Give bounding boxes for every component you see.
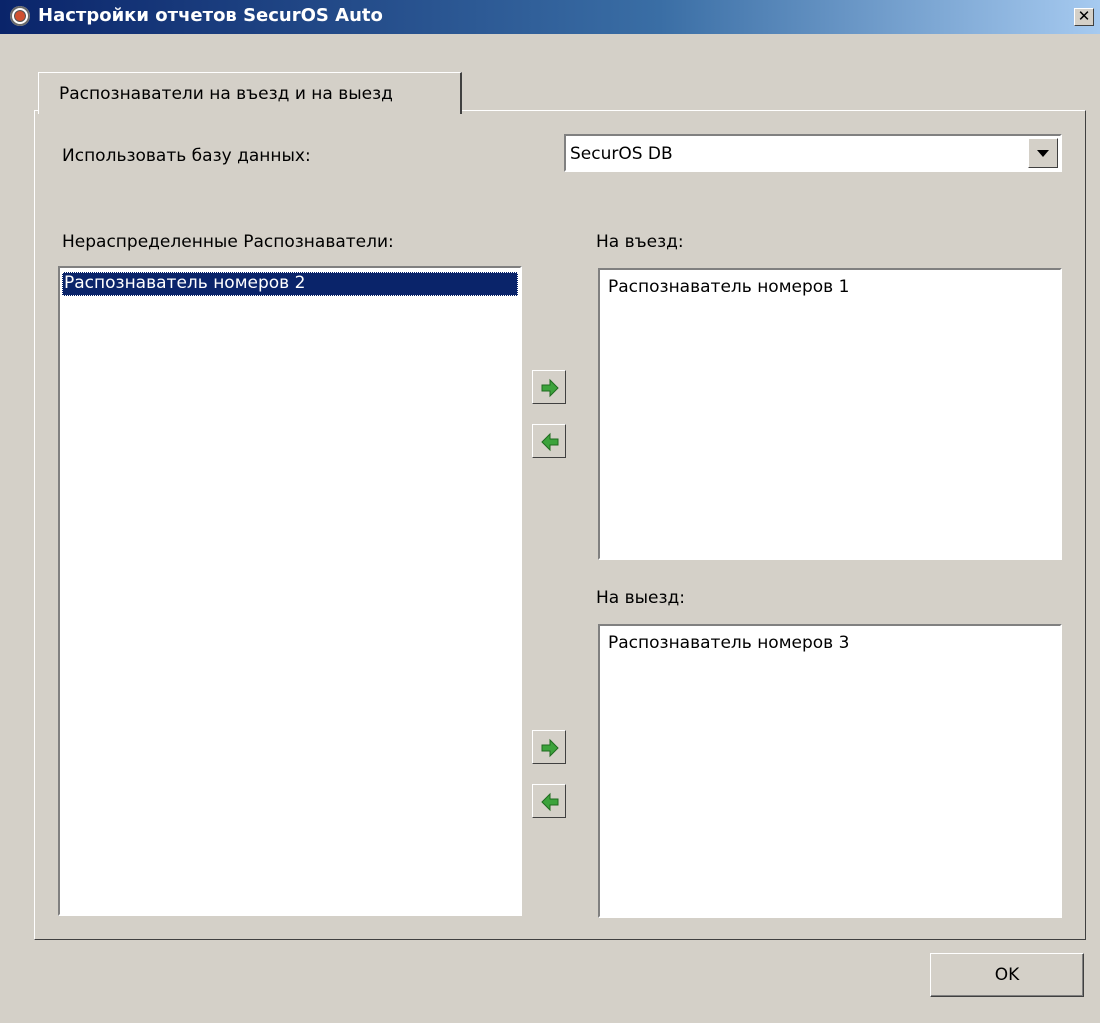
chevron-down-icon[interactable] — [1028, 138, 1058, 168]
green-arrow-left-icon — [541, 792, 559, 812]
window-title: Настройки отчетов SecurOS Auto — [38, 5, 383, 26]
database-select[interactable]: SecurOS DB — [564, 134, 1062, 172]
unassigned-list[interactable]: Распознаватель номеров 2 — [58, 266, 522, 916]
green-arrow-right-icon — [541, 378, 559, 398]
tab-label: Распознаватели на въезд и на выезд — [59, 84, 393, 104]
database-label: Использовать базу данных: — [62, 146, 311, 166]
report-settings-dialog: Настройки отчетов SecurOS Auto ✕ Распозн… — [0, 0, 1100, 1023]
title-bar[interactable]: Настройки отчетов SecurOS Auto ✕ — [0, 0, 1100, 34]
database-value: SecurOS DB — [570, 144, 673, 164]
green-arrow-left-icon — [541, 432, 559, 452]
tab-recognizers-entry-exit[interactable]: Распознаватели на въезд и на выезд — [38, 72, 462, 114]
unassigned-label: Нераспределенные Распознаватели: — [62, 232, 394, 252]
app-icon — [10, 6, 30, 26]
remove-from-exit-button[interactable] — [532, 784, 566, 818]
move-to-entry-button[interactable] — [532, 370, 566, 404]
list-item[interactable]: Распознаватель номеров 3 — [606, 632, 849, 656]
green-arrow-right-icon — [541, 738, 559, 758]
entry-list[interactable]: Распознаватель номеров 1 — [598, 268, 1062, 560]
close-button[interactable]: ✕ — [1074, 8, 1094, 26]
list-item[interactable]: Распознаватель номеров 2 — [62, 272, 518, 296]
exit-label: На выезд: — [596, 588, 686, 608]
move-to-exit-button[interactable] — [532, 730, 566, 764]
exit-list[interactable]: Распознаватель номеров 3 — [598, 624, 1062, 918]
entry-label: На въезд: — [596, 232, 684, 252]
remove-from-entry-button[interactable] — [532, 424, 566, 458]
ok-button[interactable]: OK — [930, 953, 1084, 997]
list-item[interactable]: Распознаватель номеров 1 — [606, 276, 849, 300]
